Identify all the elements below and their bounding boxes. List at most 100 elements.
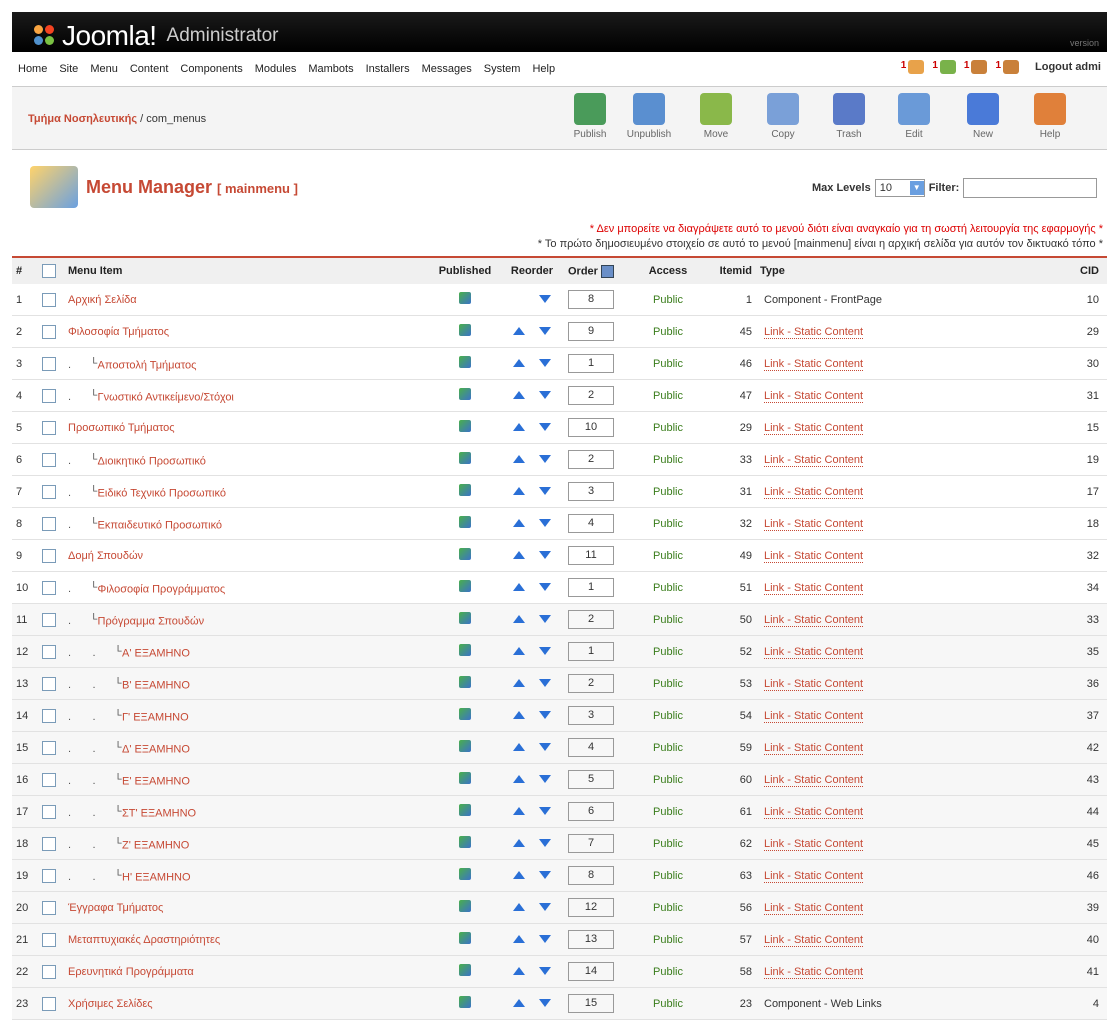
- access-link[interactable]: Public: [653, 646, 683, 658]
- row-checkbox[interactable]: [42, 292, 56, 307]
- menu-item-link[interactable]: Α' ΕΞΑΜΗΝΟ: [122, 647, 190, 659]
- type-link[interactable]: Link - Static Content: [764, 485, 864, 499]
- access-link[interactable]: Public: [653, 806, 683, 818]
- edit-button[interactable]: Edit: [887, 91, 941, 147]
- type-link[interactable]: Link - Static Content: [764, 805, 864, 819]
- row-checkbox[interactable]: [42, 452, 56, 467]
- access-link[interactable]: Public: [653, 774, 683, 786]
- type-link[interactable]: Link - Static Content: [764, 389, 864, 403]
- menu-item-link[interactable]: Ζ' ΕΞΑΜΗΝΟ: [122, 839, 189, 851]
- move-down-icon[interactable]: [539, 742, 551, 751]
- type-link[interactable]: Link - Static Content: [764, 677, 864, 691]
- select-all-checkbox[interactable]: [42, 264, 56, 278]
- type-link[interactable]: Link - Static Content: [764, 549, 864, 563]
- move-down-icon[interactable]: [539, 358, 551, 367]
- row-checkbox[interactable]: [42, 964, 56, 979]
- published-icon[interactable]: [459, 996, 471, 1008]
- published-icon[interactable]: [459, 772, 471, 784]
- order-input[interactable]: 1: [568, 578, 614, 597]
- move-down-icon[interactable]: [539, 902, 551, 911]
- access-link[interactable]: Public: [653, 326, 683, 338]
- row-checkbox[interactable]: [42, 996, 56, 1011]
- menu-item-link[interactable]: Γνωστικό Αντικείμενο/Στόχοι: [98, 391, 234, 403]
- move-up-icon[interactable]: [513, 774, 525, 783]
- published-icon[interactable]: [459, 452, 471, 464]
- status-logged-in-icon[interactable]: 1: [932, 60, 956, 74]
- max-levels-select[interactable]: 10 ▼: [874, 179, 925, 197]
- published-icon[interactable]: [459, 292, 471, 304]
- site-name-link[interactable]: Τμήμα Νοσηλευτικής: [28, 113, 137, 125]
- type-link[interactable]: Link - Static Content: [764, 901, 864, 915]
- col-published[interactable]: Published: [430, 256, 500, 284]
- row-checkbox[interactable]: [42, 484, 56, 499]
- menu-item-link[interactable]: Χρήσιμες Σελίδες: [68, 998, 153, 1010]
- type-link[interactable]: Link - Static Content: [764, 453, 864, 467]
- row-checkbox[interactable]: [42, 644, 56, 659]
- move-button[interactable]: Move: [689, 91, 743, 147]
- move-down-icon[interactable]: [539, 614, 551, 623]
- order-input[interactable]: 2: [568, 450, 614, 469]
- access-link[interactable]: Public: [653, 998, 683, 1010]
- order-input[interactable]: 9: [568, 322, 614, 341]
- published-icon[interactable]: [459, 676, 471, 688]
- col-access[interactable]: Access: [628, 256, 708, 284]
- order-input[interactable]: 4: [568, 514, 614, 533]
- move-up-icon[interactable]: [513, 998, 525, 1007]
- published-icon[interactable]: [459, 612, 471, 624]
- menu-home[interactable]: Home: [12, 63, 53, 75]
- menu-item-link[interactable]: Διοικητικό Προσωπικό: [98, 455, 206, 467]
- access-link[interactable]: Public: [653, 582, 683, 594]
- new-button[interactable]: New: [956, 91, 1010, 147]
- menu-item-link[interactable]: Πρόγραμμα Σπουδών: [98, 615, 205, 627]
- menu-item-link[interactable]: Εκπαιδευτικό Προσωπικό: [98, 519, 223, 531]
- row-checkbox[interactable]: [42, 612, 56, 627]
- move-down-icon[interactable]: [539, 486, 551, 495]
- row-checkbox[interactable]: [42, 548, 56, 563]
- move-up-icon[interactable]: [513, 582, 525, 591]
- type-link[interactable]: Link - Static Content: [764, 869, 864, 883]
- copy-button[interactable]: Copy: [756, 91, 810, 147]
- row-checkbox[interactable]: [42, 708, 56, 723]
- row-checkbox[interactable]: [42, 324, 56, 339]
- published-icon[interactable]: [459, 868, 471, 880]
- menu-content[interactable]: Content: [124, 63, 175, 75]
- menu-item-link[interactable]: Μεταπτυχιακές Δραστηριότητες: [68, 934, 220, 946]
- move-up-icon[interactable]: [513, 550, 525, 559]
- published-icon[interactable]: [459, 932, 471, 944]
- published-icon[interactable]: [459, 644, 471, 656]
- type-link[interactable]: Link - Static Content: [764, 325, 864, 339]
- menu-help[interactable]: Help: [526, 63, 561, 75]
- move-up-icon[interactable]: [513, 966, 525, 975]
- menu-site[interactable]: Site: [53, 63, 84, 75]
- menu-item-link[interactable]: Δομή Σπουδών: [68, 550, 143, 562]
- move-up-icon[interactable]: [513, 902, 525, 911]
- row-checkbox[interactable]: [42, 932, 56, 947]
- move-down-icon[interactable]: [539, 422, 551, 431]
- order-input[interactable]: 2: [568, 674, 614, 693]
- trash-button[interactable]: Trash: [822, 91, 876, 147]
- order-input[interactable]: 15: [568, 994, 614, 1013]
- move-down-icon[interactable]: [539, 678, 551, 687]
- access-link[interactable]: Public: [653, 486, 683, 498]
- order-input[interactable]: 10: [568, 418, 614, 437]
- row-checkbox[interactable]: [42, 900, 56, 915]
- row-checkbox[interactable]: [42, 420, 56, 435]
- move-up-icon[interactable]: [513, 742, 525, 751]
- access-link[interactable]: Public: [653, 678, 683, 690]
- move-up-icon[interactable]: [513, 614, 525, 623]
- menu-item-link[interactable]: Αρχική Σελίδα: [68, 294, 137, 306]
- move-up-icon[interactable]: [513, 806, 525, 815]
- order-input[interactable]: 3: [568, 482, 614, 501]
- menu-item-link[interactable]: Δ' ΕΞΑΜΗΝΟ: [122, 743, 190, 755]
- published-icon[interactable]: [459, 804, 471, 816]
- type-link[interactable]: Link - Static Content: [764, 773, 864, 787]
- row-checkbox[interactable]: [42, 772, 56, 787]
- move-down-icon[interactable]: [539, 934, 551, 943]
- col-menu-item[interactable]: Menu Item: [64, 256, 430, 284]
- type-link[interactable]: Link - Static Content: [764, 709, 864, 723]
- type-link[interactable]: Link - Static Content: [764, 517, 864, 531]
- access-link[interactable]: Public: [653, 710, 683, 722]
- unpublish-button[interactable]: Unpublish: [622, 91, 676, 147]
- move-up-icon[interactable]: [513, 518, 525, 527]
- access-link[interactable]: Public: [653, 294, 683, 306]
